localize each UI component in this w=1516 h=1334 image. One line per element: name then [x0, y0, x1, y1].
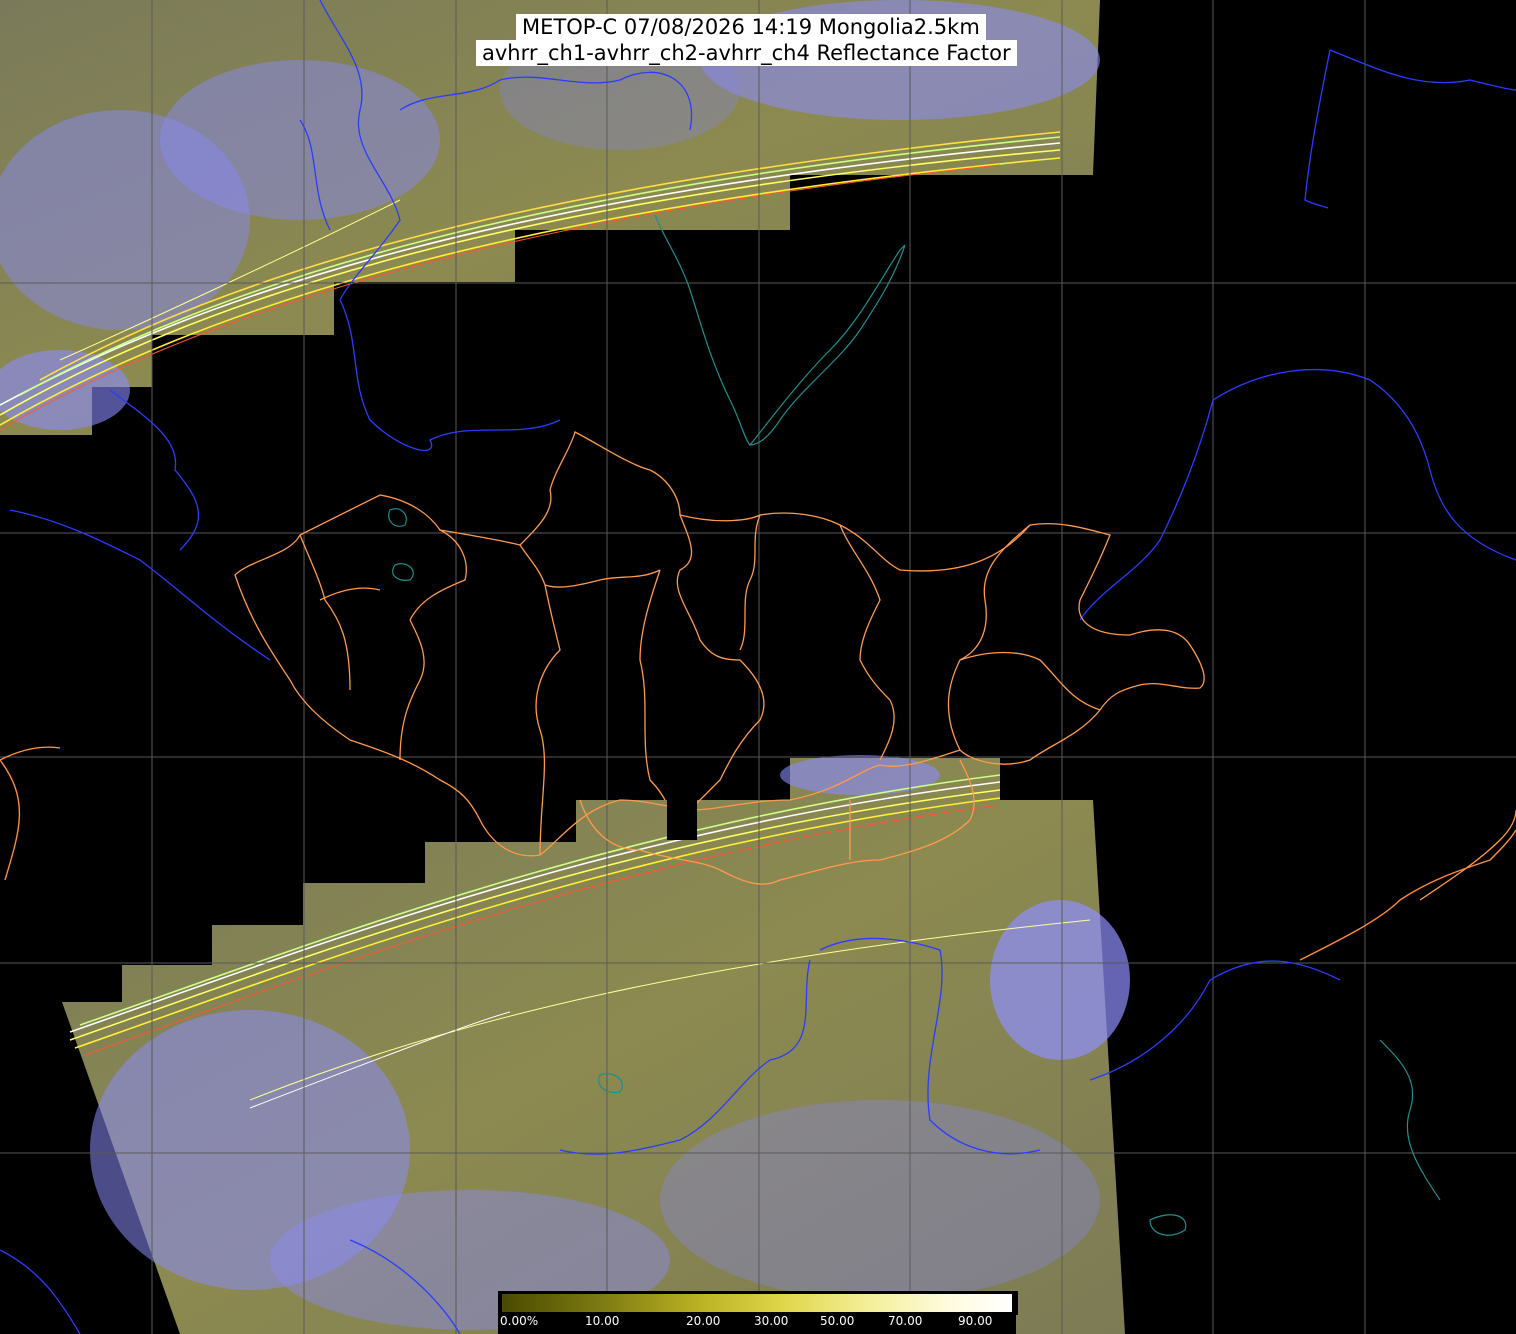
- colorbar-frame: [498, 1291, 1018, 1315]
- colorbar-gradient: [502, 1294, 1012, 1312]
- colorbar: 0.00% 10.00 20.00 30.00 50.00 70.00 90.0…: [498, 1291, 1018, 1334]
- colorbar-tick: 0.00%: [500, 1314, 539, 1328]
- data-gap: [667, 800, 697, 840]
- colorbar-tick: 70.00: [888, 1314, 923, 1328]
- colorbar-ticks: 0.00% 10.00 20.00 30.00 50.00 70.00 90.0…: [498, 1313, 1016, 1334]
- colorbar-tick: 30.00: [754, 1314, 789, 1328]
- title-line-1: METOP-C 07/08/2026 14:19 Mongolia2.5km: [516, 14, 986, 40]
- colorbar-tick: 90.00: [958, 1314, 993, 1328]
- colorbar-tick: 10.00: [585, 1314, 620, 1328]
- title-line-2: avhrr_ch1-avhrr_ch2-avhrr_ch4 Reflectanc…: [476, 40, 1017, 66]
- satellite-map: [0, 0, 1516, 1334]
- colorbar-tick: 20.00: [686, 1314, 721, 1328]
- colorbar-tick: 50.00: [820, 1314, 855, 1328]
